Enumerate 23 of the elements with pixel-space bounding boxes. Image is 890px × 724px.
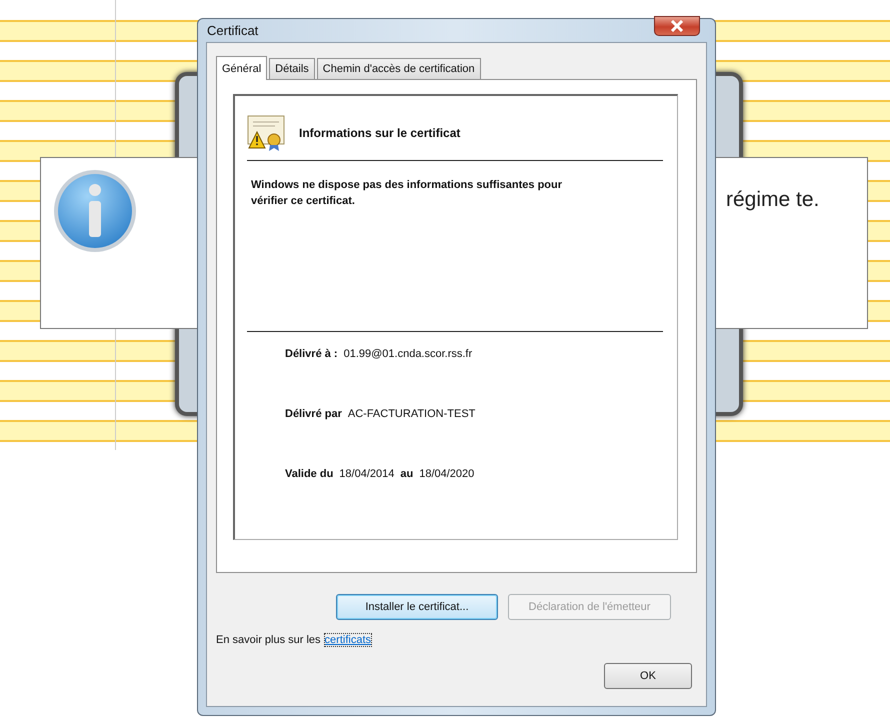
close-icon xyxy=(670,20,684,32)
field-value: AC-FACTURATION-TEST xyxy=(348,408,476,420)
tab[interactable]: Chemin d'accès de certification xyxy=(316,58,481,79)
field-label: au xyxy=(400,468,414,480)
section-heading: Informations sur le certificat xyxy=(299,126,460,140)
close-button[interactable] xyxy=(654,16,700,36)
field-label: Délivré à : xyxy=(285,348,338,360)
tab[interactable]: Général xyxy=(216,56,268,80)
tab[interactable]: Détails xyxy=(269,58,315,79)
message-text: régime te. xyxy=(726,188,820,212)
help-link[interactable]: certificats xyxy=(324,634,372,646)
certificate-warning-icon xyxy=(247,114,285,152)
field-value: 18/04/2020 xyxy=(419,468,474,480)
warning-text: Windows ne dispose pas des informations suffisantes pour vérifier ce certificat. xyxy=(250,178,564,209)
field-value: 01.99@01.cnda.scor.rss.fr xyxy=(344,348,472,360)
info-icon xyxy=(52,168,138,254)
window-title: Certificat xyxy=(207,23,258,38)
ok-button[interactable]: OK xyxy=(604,663,692,689)
help-text: En savoir plus sur les xyxy=(216,634,321,646)
field-label: Délivré par xyxy=(285,408,342,420)
action-button[interactable]: Installer le certificat... xyxy=(336,594,498,620)
field-value: 18/04/2014 xyxy=(339,468,394,480)
field-label: Valide du xyxy=(285,468,334,480)
